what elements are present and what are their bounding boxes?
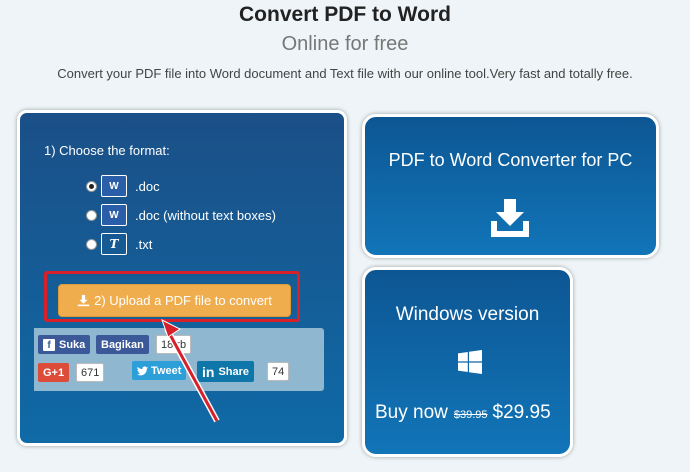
- pc-converter-card[interactable]: PDF to Word Converter for PC: [362, 114, 659, 258]
- format-option-txt[interactable]: T .txt: [86, 233, 152, 255]
- page-description: Convert your PDF file into Word document…: [57, 66, 633, 81]
- download-tray-icon: [491, 199, 529, 237]
- pointer-arrow: [161, 318, 220, 423]
- format-option-doc-no-textboxes[interactable]: W .doc (without text boxes): [86, 204, 276, 226]
- format-option-label: .doc (without text boxes): [135, 207, 276, 223]
- linkedin-share-label: Share: [218, 365, 250, 378]
- format-option-label: .doc: [135, 178, 160, 194]
- word-doc-icon: W: [101, 175, 127, 197]
- upload-button-label: 2) Upload a PDF file to convert: [94, 293, 272, 308]
- choose-format-label: 1) Choose the format:: [44, 143, 170, 158]
- gplus-label: G+1: [43, 366, 65, 379]
- format-option-doc[interactable]: W .doc: [86, 175, 160, 197]
- windows-card-title: Windows version: [395, 304, 540, 325]
- pc-card-title: PDF to Word Converter for PC: [388, 150, 633, 170]
- buy-now-label[interactable]: Buy now: [375, 402, 448, 424]
- facebook-icon: f: [43, 338, 55, 351]
- windows-logo-icon: [458, 350, 482, 374]
- new-price: $29.95: [492, 402, 551, 423]
- facebook-like-label: Suka: [59, 338, 86, 351]
- page-subtitle: Online for free: [281, 33, 409, 55]
- word-doc-icon: W: [101, 204, 127, 226]
- format-option-label: .txt: [135, 236, 153, 252]
- old-price: $39.95: [453, 409, 488, 421]
- upload-pdf-button[interactable]: 2) Upload a PDF file to convert: [58, 284, 291, 317]
- windows-version-card[interactable]: Windows version Buy now $39.95 $29.95: [362, 267, 573, 457]
- radio-txt[interactable]: [86, 238, 97, 250]
- facebook-share-button[interactable]: Bagikan: [96, 335, 149, 354]
- facebook-like-button[interactable]: f Suka: [38, 335, 91, 354]
- gplus-button[interactable]: G+1: [38, 363, 70, 382]
- twitter-bird-icon: [137, 365, 148, 375]
- radio-doc-no-textboxes[interactable]: [86, 209, 97, 221]
- text-file-icon: T: [101, 233, 127, 255]
- gplus-count: 671: [76, 363, 105, 382]
- price-row: Buy now $39.95 $29.95: [375, 402, 551, 424]
- facebook-share-label: Bagikan: [101, 338, 144, 351]
- download-icon: [77, 294, 90, 307]
- page-title: Convert PDF to Word: [239, 3, 451, 26]
- linkedin-count: 74: [267, 362, 290, 381]
- radio-doc[interactable]: [86, 180, 97, 192]
